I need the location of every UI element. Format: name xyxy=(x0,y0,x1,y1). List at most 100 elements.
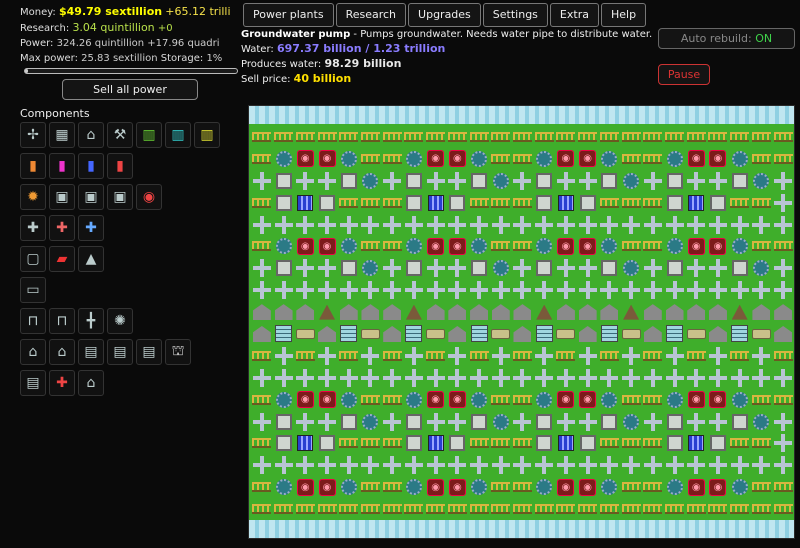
steam-tile[interactable] xyxy=(446,192,468,214)
office-tile[interactable] xyxy=(273,323,295,345)
gear-tile[interactable] xyxy=(360,170,382,192)
steam-tile[interactable] xyxy=(707,432,729,454)
gear-tile[interactable] xyxy=(664,389,686,411)
fence-tile[interactable] xyxy=(772,498,794,520)
pipe-cross-tile[interactable] xyxy=(751,279,773,301)
gear-tile[interactable] xyxy=(751,170,773,192)
pipe-cross-tile[interactable] xyxy=(685,170,707,192)
office-tile[interactable] xyxy=(599,323,621,345)
blue-reactor-tile[interactable] xyxy=(425,432,447,454)
gear-tile[interactable] xyxy=(490,411,512,433)
groundwater-pump-tile[interactable]: ◉ xyxy=(316,235,338,257)
pipe-cross-tile[interactable] xyxy=(729,279,751,301)
gear-tile[interactable] xyxy=(468,389,490,411)
gear-tile[interactable] xyxy=(664,235,686,257)
pipe-cross-tile[interactable] xyxy=(490,345,512,367)
groundwater-pump-tile[interactable]: ◉ xyxy=(294,235,316,257)
house-tile[interactable] xyxy=(772,323,794,345)
house-tile[interactable] xyxy=(707,323,729,345)
bench-tile[interactable] xyxy=(425,323,447,345)
reactor-orange-icon[interactable]: ▮ xyxy=(20,153,46,179)
fence-tile[interactable] xyxy=(512,192,534,214)
heat-exchanger-icon[interactable]: ▣ xyxy=(49,184,75,210)
groundwater-pump-tile[interactable]: ◉ xyxy=(577,389,599,411)
solar-panel-icon[interactable]: ▦ xyxy=(49,122,75,148)
fence-tile[interactable] xyxy=(425,498,447,520)
pipe-cross-tile[interactable] xyxy=(446,170,468,192)
groundwater-pump-tile[interactable]: ◉ xyxy=(555,389,577,411)
fence-tile[interactable] xyxy=(251,126,273,148)
house-tile[interactable] xyxy=(425,301,447,323)
fence-tile[interactable] xyxy=(381,389,403,411)
fence-tile[interactable] xyxy=(251,235,273,257)
pipe-cross-tile[interactable] xyxy=(707,214,729,236)
gear-tile[interactable] xyxy=(751,411,773,433)
fence-tile[interactable] xyxy=(381,476,403,498)
gear-tile[interactable] xyxy=(490,170,512,192)
gear-tile[interactable] xyxy=(403,476,425,498)
tent-icon[interactable]: ▲ xyxy=(78,246,104,272)
fence-tile[interactable] xyxy=(642,192,664,214)
gear-tile[interactable] xyxy=(533,476,555,498)
gear-tile[interactable] xyxy=(490,257,512,279)
steam-tile[interactable] xyxy=(533,170,555,192)
fence-tile[interactable] xyxy=(685,345,707,367)
pipe-cross-tile[interactable] xyxy=(446,411,468,433)
pipe-cross-tile[interactable] xyxy=(338,279,360,301)
steam-tile[interactable] xyxy=(599,170,621,192)
fence-tile[interactable] xyxy=(620,389,642,411)
steam-tile[interactable] xyxy=(273,257,295,279)
steam-tile[interactable] xyxy=(664,170,686,192)
house-tile[interactable] xyxy=(294,301,316,323)
reactor-red-icon[interactable]: ▮ xyxy=(107,153,133,179)
house-tile[interactable] xyxy=(316,323,338,345)
gear-tile[interactable] xyxy=(599,235,621,257)
hospital-icon[interactable]: ✚ xyxy=(49,370,75,396)
house-tile[interactable] xyxy=(273,301,295,323)
coal-plant-icon[interactable]: ⌂ xyxy=(78,122,104,148)
house-tile[interactable] xyxy=(446,301,468,323)
gear-tile[interactable] xyxy=(620,411,642,433)
pipe-cross-tile[interactable] xyxy=(772,170,794,192)
fence-tile[interactable] xyxy=(425,345,447,367)
fence-tile[interactable] xyxy=(599,432,621,454)
fence-tile[interactable] xyxy=(490,192,512,214)
bench-tile[interactable] xyxy=(685,323,707,345)
house-tile[interactable] xyxy=(577,301,599,323)
fence-tile[interactable] xyxy=(751,192,773,214)
steam-tile[interactable] xyxy=(273,411,295,433)
pipe-cross-tile[interactable] xyxy=(381,454,403,476)
house-tile[interactable] xyxy=(251,301,273,323)
house-tile[interactable] xyxy=(664,301,686,323)
fence-tile[interactable] xyxy=(751,235,773,257)
fence-icon[interactable]: ⊓ xyxy=(20,308,46,334)
pipe-cross-tile[interactable] xyxy=(772,367,794,389)
pipe-cross-tile[interactable] xyxy=(577,170,599,192)
pipe-cross-tile[interactable] xyxy=(490,214,512,236)
fence-tile[interactable] xyxy=(338,432,360,454)
groundwater-pump-icon[interactable]: ◉ xyxy=(136,184,162,210)
auto-rebuild-button[interactable]: Auto rebuild: ON xyxy=(658,28,795,49)
pipe-cross-tile[interactable] xyxy=(685,454,707,476)
pipe-cross-tile[interactable] xyxy=(403,345,425,367)
fence-tile[interactable] xyxy=(294,345,316,367)
steam-tile[interactable] xyxy=(533,192,555,214)
fence-tile[interactable] xyxy=(751,148,773,170)
fence-tile[interactable] xyxy=(555,126,577,148)
pipe-cross-tile[interactable] xyxy=(512,411,534,433)
house-tile[interactable] xyxy=(468,301,490,323)
pipe-cross-tile[interactable] xyxy=(512,214,534,236)
pipe-icon[interactable]: ✚ xyxy=(20,215,46,241)
pipe-cross-tile[interactable] xyxy=(251,170,273,192)
fence-tile[interactable] xyxy=(512,389,534,411)
pipe-cross-tile[interactable] xyxy=(751,345,773,367)
groundwater-pump-tile[interactable]: ◉ xyxy=(425,235,447,257)
pipe-cross-tile[interactable] xyxy=(273,367,295,389)
fence-tile[interactable] xyxy=(273,498,295,520)
tent-tile[interactable] xyxy=(729,301,751,323)
pipe-cross-tile[interactable] xyxy=(425,214,447,236)
pipe-cross-tile[interactable] xyxy=(533,214,555,236)
pipe-cross-tile[interactable] xyxy=(468,279,490,301)
pipe-cross-tile[interactable] xyxy=(555,214,577,236)
pipe-cross-tile[interactable] xyxy=(381,279,403,301)
